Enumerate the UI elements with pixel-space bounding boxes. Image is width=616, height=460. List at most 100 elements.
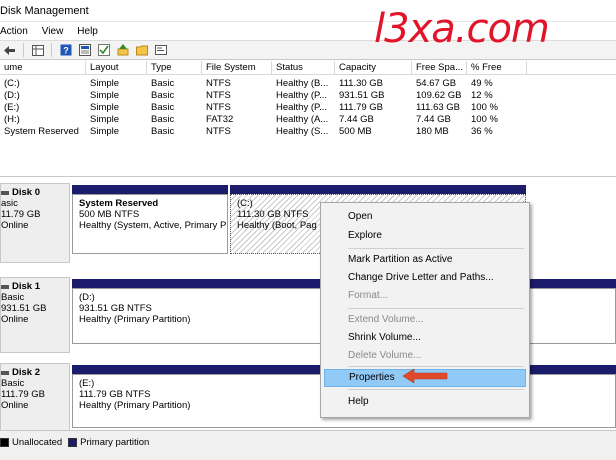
column-header-layout[interactable]: Layout (86, 61, 147, 75)
volume-status: Healthy (P... (276, 90, 328, 101)
volume-percent-free: 100 % (471, 114, 498, 125)
list-icon[interactable] (77, 43, 92, 58)
menu-item-extend-volume[interactable]: Extend Volume... (324, 311, 526, 329)
grid-icon[interactable] (30, 43, 45, 58)
volume-list: ume Layout Type File System Status Capac… (0, 61, 616, 173)
svg-text:?: ? (63, 46, 69, 56)
menu-item-change-drive-letter[interactable]: Change Drive Letter and Paths... (324, 269, 526, 287)
volume-free-space: 54.67 GB (416, 78, 457, 89)
disk-name: Disk 1 (1, 281, 69, 292)
window-title: Disk Management (0, 4, 89, 17)
volume-file-system: FAT32 (206, 114, 234, 125)
volume-percent-free: 49 % (471, 78, 493, 89)
table-row[interactable]: (H:) Simple Basic FAT32 Healthy (A... 7.… (0, 114, 616, 126)
column-header-percent-free[interactable]: % Free (467, 61, 527, 75)
column-header-type[interactable]: Type (147, 61, 202, 75)
menu-item-format[interactable]: Format... (324, 287, 526, 305)
logo: l3xa.com (374, 6, 614, 52)
disk-name: Disk 0 (1, 187, 69, 198)
disk-state: Online (1, 400, 29, 411)
menu-item-view[interactable]: View (35, 26, 71, 37)
menu-separator (348, 389, 524, 390)
volume-free-space: 111.63 GB (416, 102, 461, 113)
menu-separator (348, 308, 524, 309)
volume-layout: Simple (90, 126, 120, 137)
disk-type: Basic (1, 378, 25, 389)
legend-swatch (0, 437, 9, 447)
menu-item-action[interactable]: Action (0, 26, 35, 37)
volume-name: (H:) (4, 114, 20, 125)
partition-name: System Reserved (79, 198, 159, 209)
volume-percent-free: 12 % (471, 90, 493, 101)
volume-list-header: ume Layout Type File System Status Capac… (0, 61, 616, 75)
disk-icon (1, 370, 9, 375)
volume-layout: Simple (90, 102, 120, 113)
volume-status: Healthy (S... (276, 126, 329, 137)
partition-system-reserved[interactable]: System Reserved 500 MB NTFS Healthy (Sys… (72, 194, 228, 254)
volume-percent-free: 100 % (471, 102, 498, 113)
menu-item-mark-active[interactable]: Mark Partition as Active (324, 251, 526, 269)
volume-file-system: NTFS (206, 126, 231, 137)
column-header-free-space[interactable]: Free Spa... (412, 61, 467, 75)
arrow-icon (402, 368, 448, 384)
volume-type: Basic (151, 126, 175, 137)
column-header-capacity[interactable]: Capacity (335, 61, 412, 75)
disk-label[interactable]: Disk 2 Basic 111.79 GB Online (0, 363, 70, 431)
disk-icon (1, 190, 9, 195)
column-header-volume[interactable]: ume (0, 61, 86, 75)
volume-layout: Simple (90, 78, 120, 89)
legend-unallocated: Unallocated (0, 437, 62, 448)
logo-text: l3xa.com (374, 6, 550, 52)
disk-size: 111.79 GB (1, 389, 46, 400)
help-icon[interactable]: ? (58, 43, 73, 58)
table-row[interactable]: (E:) Simple Basic NTFS Healthy (P... 111… (0, 102, 616, 114)
menu-separator (348, 248, 524, 249)
menu-item-help[interactable]: Help (70, 26, 105, 37)
menu-item-open[interactable]: Open (324, 208, 526, 226)
menu-item-delete-volume[interactable]: Delete Volume... (324, 347, 526, 365)
menu-item-explore[interactable]: Explore (324, 227, 526, 245)
disk-icon (1, 284, 9, 289)
volume-capacity: 111.30 GB (339, 78, 384, 89)
disk-type: asic (1, 198, 18, 209)
partition-bar (230, 185, 526, 194)
column-header-file-system[interactable]: File System (202, 61, 272, 75)
disk-label[interactable]: Disk 0 asic 11.79 GB Online (0, 183, 70, 263)
menu-item-shrink-volume[interactable]: Shrink Volume... (324, 329, 526, 347)
partition-size: 500 MB NTFS (79, 209, 140, 220)
disk-type: Basic (1, 292, 25, 303)
volume-capacity: 500 MB (339, 126, 372, 137)
table-row[interactable]: (D:) Simple Basic NTFS Healthy (P... 931… (0, 90, 616, 102)
up-icon[interactable] (115, 43, 130, 58)
properties-icon[interactable] (153, 43, 168, 58)
volume-name: (C:) (4, 78, 20, 89)
folder-icon[interactable] (134, 43, 149, 58)
disk-name: Disk 2 (1, 367, 69, 378)
volume-layout: Simple (90, 114, 120, 125)
legend-primary-partition: Primary partition (68, 437, 149, 448)
partition-bar (72, 185, 228, 194)
volume-capacity: 111.79 GB (339, 102, 384, 113)
volume-type: Basic (151, 102, 175, 113)
volume-file-system: NTFS (206, 78, 231, 89)
volume-type: Basic (151, 90, 175, 101)
volume-name: (E:) (4, 102, 20, 113)
table-row[interactable]: System Reserved Simple Basic NTFS Health… (0, 126, 616, 138)
volume-file-system: NTFS (206, 90, 231, 101)
column-header-status[interactable]: Status (272, 61, 335, 75)
menu-item-help[interactable]: Help (324, 393, 526, 411)
volume-free-space: 180 MB (416, 126, 449, 137)
volume-status: Healthy (B... (276, 78, 329, 89)
back-arrow-icon[interactable] (2, 43, 17, 58)
volume-file-system: NTFS (206, 102, 231, 113)
legend-bar: Unallocated Primary partition (0, 430, 616, 460)
toolbar-separator (51, 43, 52, 57)
volume-free-space: 7.44 GB (416, 114, 451, 125)
disk-label[interactable]: Disk 1 Basic 931.51 GB Online (0, 277, 70, 353)
table-row[interactable]: (C:) Simple Basic NTFS Healthy (B... 111… (0, 78, 616, 90)
legend-swatch (68, 437, 78, 447)
check-icon[interactable] (96, 43, 111, 58)
toolbar-separator (23, 43, 24, 57)
volume-layout: Simple (90, 90, 120, 101)
volume-capacity: 7.44 GB (339, 114, 374, 125)
